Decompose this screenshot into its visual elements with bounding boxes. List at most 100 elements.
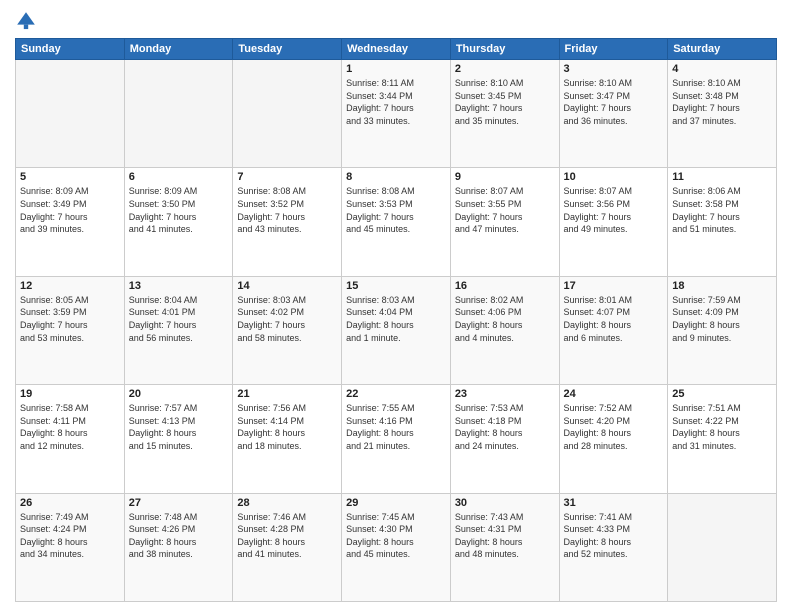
day-number: 21 bbox=[237, 388, 337, 400]
day-cell bbox=[233, 60, 342, 168]
day-number: 27 bbox=[129, 497, 229, 509]
day-number: 31 bbox=[564, 497, 664, 509]
day-cell: 9 Sunrise: 8:07 AM Sunset: 3:55 PM Daylig… bbox=[450, 168, 559, 276]
day-info: Sunrise: 8:06 AM Sunset: 3:58 PM Dayligh… bbox=[672, 185, 772, 235]
day-number: 22 bbox=[346, 388, 446, 400]
week-row-3: 19 Sunrise: 7:58 AM Sunset: 4:11 PM Dayli… bbox=[16, 385, 777, 493]
day-info: Sunrise: 8:03 AM Sunset: 4:02 PM Dayligh… bbox=[237, 294, 337, 344]
day-info: Sunrise: 8:02 AM Sunset: 4:06 PM Dayligh… bbox=[455, 294, 555, 344]
day-cell: 29 Sunrise: 7:45 AM Sunset: 4:30 PM Dayli… bbox=[342, 493, 451, 601]
day-number: 1 bbox=[346, 63, 446, 75]
day-info: Sunrise: 8:03 AM Sunset: 4:04 PM Dayligh… bbox=[346, 294, 446, 344]
day-cell: 8Sunrise: 8:08 AM Sunset: 3:53 PM Daylig… bbox=[342, 168, 451, 276]
day-cell: 25Sunrise: 7:51 AM Sunset: 4:22 PM Dayli… bbox=[668, 385, 777, 493]
day-cell: 16 Sunrise: 8:02 AM Sunset: 4:06 PM Dayli… bbox=[450, 276, 559, 384]
day-cell: 30Sunrise: 7:43 AM Sunset: 4:31 PM Dayli… bbox=[450, 493, 559, 601]
calendar-table: SundayMondayTuesdayWednesdayThursdayFrid… bbox=[15, 38, 777, 602]
day-cell bbox=[124, 60, 233, 168]
day-cell: 31 Sunrise: 7:41 AM Sunset: 4:33 PM Dayli… bbox=[559, 493, 668, 601]
day-cell: 5Sunrise: 8:09 AM Sunset: 3:49 PM Daylig… bbox=[16, 168, 125, 276]
day-cell: 27 Sunrise: 7:48 AM Sunset: 4:26 PM Dayli… bbox=[124, 493, 233, 601]
day-number: 9 bbox=[455, 171, 555, 183]
day-cell: 19 Sunrise: 7:58 AM Sunset: 4:11 PM Dayli… bbox=[16, 385, 125, 493]
day-number: 24 bbox=[564, 388, 664, 400]
day-cell: 3 Sunrise: 8:10 AM Sunset: 3:47 PM Daylig… bbox=[559, 60, 668, 168]
day-info: Sunrise: 8:07 AM Sunset: 3:55 PM Dayligh… bbox=[455, 185, 555, 235]
day-cell: 10 Sunrise: 8:07 AM Sunset: 3:56 PM Dayli… bbox=[559, 168, 668, 276]
day-number: 7 bbox=[237, 171, 337, 183]
weekday-header-wednesday: Wednesday bbox=[342, 39, 451, 60]
day-info: Sunrise: 8:07 AM Sunset: 3:56 PM Dayligh… bbox=[564, 185, 664, 235]
day-info: Sunrise: 8:10 AM Sunset: 3:48 PM Dayligh… bbox=[672, 77, 772, 127]
day-number: 4 bbox=[672, 63, 772, 75]
day-cell: 6 Sunrise: 8:09 AM Sunset: 3:50 PM Daylig… bbox=[124, 168, 233, 276]
day-info: Sunrise: 7:45 AM Sunset: 4:30 PM Dayligh… bbox=[346, 511, 446, 561]
page: SundayMondayTuesdayWednesdayThursdayFrid… bbox=[0, 0, 792, 612]
day-number: 19 bbox=[20, 388, 120, 400]
day-number: 15 bbox=[346, 280, 446, 292]
day-cell: 23Sunrise: 7:53 AM Sunset: 4:18 PM Dayli… bbox=[450, 385, 559, 493]
day-cell: 12Sunrise: 8:05 AM Sunset: 3:59 PM Dayli… bbox=[16, 276, 125, 384]
day-info: Sunrise: 8:09 AM Sunset: 3:50 PM Dayligh… bbox=[129, 185, 229, 235]
day-info: Sunrise: 7:48 AM Sunset: 4:26 PM Dayligh… bbox=[129, 511, 229, 561]
day-info: Sunrise: 8:11 AM Sunset: 3:44 PM Dayligh… bbox=[346, 77, 446, 127]
day-info: Sunrise: 7:55 AM Sunset: 4:16 PM Dayligh… bbox=[346, 402, 446, 452]
day-number: 12 bbox=[20, 280, 120, 292]
week-row-1: 5Sunrise: 8:09 AM Sunset: 3:49 PM Daylig… bbox=[16, 168, 777, 276]
day-info: Sunrise: 8:09 AM Sunset: 3:49 PM Dayligh… bbox=[20, 185, 120, 235]
day-info: Sunrise: 8:10 AM Sunset: 3:45 PM Dayligh… bbox=[455, 77, 555, 127]
day-info: Sunrise: 8:10 AM Sunset: 3:47 PM Dayligh… bbox=[564, 77, 664, 127]
day-number: 26 bbox=[20, 497, 120, 509]
day-cell: 2 Sunrise: 8:10 AM Sunset: 3:45 PM Daylig… bbox=[450, 60, 559, 168]
day-number: 3 bbox=[564, 63, 664, 75]
day-number: 16 bbox=[455, 280, 555, 292]
weekday-header-tuesday: Tuesday bbox=[233, 39, 342, 60]
day-number: 13 bbox=[129, 280, 229, 292]
day-number: 11 bbox=[672, 171, 772, 183]
day-cell: 1 Sunrise: 8:11 AM Sunset: 3:44 PM Daylig… bbox=[342, 60, 451, 168]
day-number: 30 bbox=[455, 497, 555, 509]
day-number: 10 bbox=[564, 171, 664, 183]
day-info: Sunrise: 7:56 AM Sunset: 4:14 PM Dayligh… bbox=[237, 402, 337, 452]
day-info: Sunrise: 7:58 AM Sunset: 4:11 PM Dayligh… bbox=[20, 402, 120, 452]
day-cell: 26 Sunrise: 7:49 AM Sunset: 4:24 PM Dayli… bbox=[16, 493, 125, 601]
day-cell: 24 Sunrise: 7:52 AM Sunset: 4:20 PM Dayli… bbox=[559, 385, 668, 493]
header bbox=[15, 10, 777, 32]
day-number: 20 bbox=[129, 388, 229, 400]
logo-icon bbox=[15, 10, 37, 32]
day-info: Sunrise: 7:51 AM Sunset: 4:22 PM Dayligh… bbox=[672, 402, 772, 452]
weekday-header-row: SundayMondayTuesdayWednesdayThursdayFrid… bbox=[16, 39, 777, 60]
day-info: Sunrise: 7:49 AM Sunset: 4:24 PM Dayligh… bbox=[20, 511, 120, 561]
day-info: Sunrise: 7:57 AM Sunset: 4:13 PM Dayligh… bbox=[129, 402, 229, 452]
weekday-header-thursday: Thursday bbox=[450, 39, 559, 60]
day-cell: 20 Sunrise: 7:57 AM Sunset: 4:13 PM Dayli… bbox=[124, 385, 233, 493]
weekday-header-monday: Monday bbox=[124, 39, 233, 60]
logo bbox=[15, 10, 41, 32]
day-cell: 11 Sunrise: 8:06 AM Sunset: 3:58 PM Dayli… bbox=[668, 168, 777, 276]
week-row-0: 1 Sunrise: 8:11 AM Sunset: 3:44 PM Daylig… bbox=[16, 60, 777, 168]
day-info: Sunrise: 7:41 AM Sunset: 4:33 PM Dayligh… bbox=[564, 511, 664, 561]
day-cell: 22 Sunrise: 7:55 AM Sunset: 4:16 PM Dayli… bbox=[342, 385, 451, 493]
day-number: 14 bbox=[237, 280, 337, 292]
day-number: 2 bbox=[455, 63, 555, 75]
day-info: Sunrise: 7:46 AM Sunset: 4:28 PM Dayligh… bbox=[237, 511, 337, 561]
day-cell: 18Sunrise: 7:59 AM Sunset: 4:09 PM Dayli… bbox=[668, 276, 777, 384]
day-info: Sunrise: 7:53 AM Sunset: 4:18 PM Dayligh… bbox=[455, 402, 555, 452]
day-info: Sunrise: 7:52 AM Sunset: 4:20 PM Dayligh… bbox=[564, 402, 664, 452]
day-cell: 4 Sunrise: 8:10 AM Sunset: 3:48 PM Daylig… bbox=[668, 60, 777, 168]
day-info: Sunrise: 8:08 AM Sunset: 3:53 PM Dayligh… bbox=[346, 185, 446, 235]
day-info: Sunrise: 8:01 AM Sunset: 4:07 PM Dayligh… bbox=[564, 294, 664, 344]
day-cell: 17 Sunrise: 8:01 AM Sunset: 4:07 PM Dayli… bbox=[559, 276, 668, 384]
day-number: 17 bbox=[564, 280, 664, 292]
day-cell: 15 Sunrise: 8:03 AM Sunset: 4:04 PM Dayli… bbox=[342, 276, 451, 384]
week-row-2: 12Sunrise: 8:05 AM Sunset: 3:59 PM Dayli… bbox=[16, 276, 777, 384]
week-row-4: 26 Sunrise: 7:49 AM Sunset: 4:24 PM Dayli… bbox=[16, 493, 777, 601]
day-info: Sunrise: 8:08 AM Sunset: 3:52 PM Dayligh… bbox=[237, 185, 337, 235]
day-info: Sunrise: 8:04 AM Sunset: 4:01 PM Dayligh… bbox=[129, 294, 229, 344]
day-number: 6 bbox=[129, 171, 229, 183]
day-cell: 14 Sunrise: 8:03 AM Sunset: 4:02 PM Dayli… bbox=[233, 276, 342, 384]
day-info: Sunrise: 7:59 AM Sunset: 4:09 PM Dayligh… bbox=[672, 294, 772, 344]
day-cell: 13 Sunrise: 8:04 AM Sunset: 4:01 PM Dayli… bbox=[124, 276, 233, 384]
day-number: 29 bbox=[346, 497, 446, 509]
day-cell bbox=[16, 60, 125, 168]
